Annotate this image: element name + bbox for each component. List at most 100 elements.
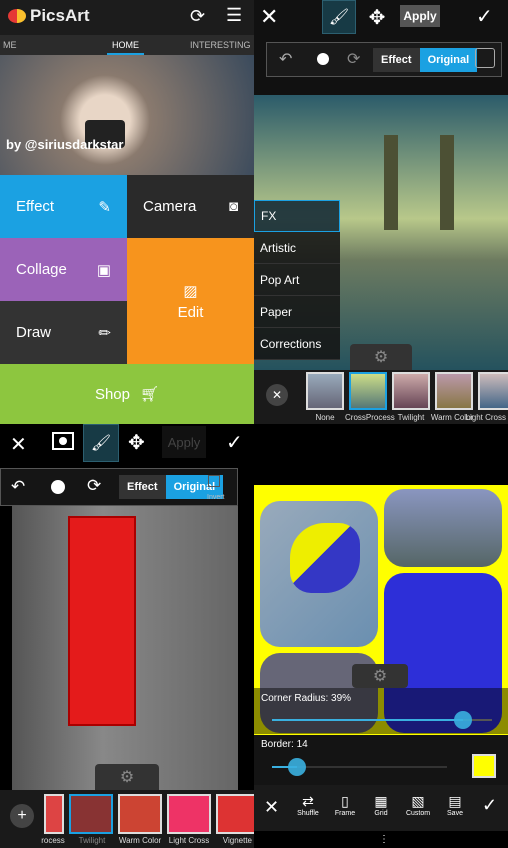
collage-cell[interactable]	[384, 489, 502, 567]
effect-tile[interactable]: Effect ✎	[0, 175, 127, 238]
settings-gear-icon[interactable]: ⚙	[350, 344, 412, 370]
corner-radius-slider[interactable]	[272, 711, 492, 729]
filter-thumb-twilight[interactable]	[69, 794, 113, 834]
redo-icon[interactable]: ⟳	[347, 49, 360, 69]
save-icon: ▤	[448, 793, 462, 809]
move-icon[interactable]: ✥	[360, 0, 394, 34]
corner-radius-label: Corner Radius: 39%	[261, 693, 352, 704]
filter-thumb-twilight[interactable]	[392, 372, 430, 410]
brush-options-panel: ↶ ⟳ Effect Original Invert	[0, 468, 238, 506]
invert-checkbox[interactable]	[208, 475, 220, 487]
red-phone-booth	[68, 516, 136, 726]
undo-icon[interactable]: ↶	[279, 49, 292, 69]
mask-icon[interactable]	[52, 432, 74, 450]
check-icon[interactable]: ✓	[476, 4, 493, 29]
brush-icon[interactable]: 🖌︎	[83, 424, 119, 462]
app-name: PicsArt	[30, 6, 90, 25]
menu-item-corrections[interactable]: Corrections	[254, 328, 340, 360]
original-option[interactable]: Original	[419, 48, 478, 72]
border-color-swatch[interactable]	[472, 754, 496, 778]
close-icon[interactable]: ✕	[10, 432, 27, 457]
sync-icon[interactable]: ⟳	[190, 6, 205, 27]
filter-thumb-light-cross[interactable]	[167, 794, 211, 834]
close-icon[interactable]: ✕	[260, 4, 278, 30]
brush-editor: ✕ 🖌︎ ✥ Apply ✓ ↶ ⟳ Effect Original Invert…	[0, 424, 254, 848]
camera-label: Camera	[143, 198, 197, 215]
filter-thumb-crossprocess[interactable]	[44, 794, 64, 834]
fish	[290, 523, 360, 593]
grid-button[interactable]: ▦ Grid	[361, 793, 401, 817]
tab-me[interactable]: ME	[3, 40, 17, 50]
bridge-tower	[384, 135, 398, 230]
check-icon[interactable]: ✓	[226, 430, 243, 455]
shuffle-button[interactable]: ⇄ Shuffle	[288, 793, 328, 817]
filter-label: CrossProcess	[345, 413, 395, 422]
menu-item-pop-art[interactable]: Pop Art	[254, 264, 340, 296]
effect-editor: ✕ 🖌︎ ✥ Apply ✓ ↶ ⟳ Effect Original FX Art…	[254, 0, 508, 424]
camera-tile[interactable]: Camera ◙	[127, 175, 254, 238]
frame-button[interactable]: ▯ Frame	[325, 793, 365, 817]
draw-tile[interactable]: Draw ✏	[0, 301, 127, 364]
brush-size-icon[interactable]	[51, 480, 65, 494]
overflow-menu-icon[interactable]: ⋮	[379, 834, 389, 845]
tab-interesting[interactable]: INTERESTING	[190, 40, 251, 50]
add-icon[interactable]: +	[10, 804, 34, 828]
filter-label: Vignette	[222, 836, 252, 845]
close-icon[interactable]: ✕	[264, 797, 279, 818]
menu-icon[interactable]: ☰	[226, 5, 242, 26]
effect-option[interactable]: Effect	[119, 475, 166, 499]
effect-option[interactable]: Effect	[373, 48, 420, 72]
collage-label: Collage	[16, 261, 67, 278]
home-tabs: ME HOME INTERESTING	[0, 35, 254, 55]
undo-icon[interactable]: ↶	[11, 477, 25, 497]
featured-photo[interactable]: by @siriusdarkstar	[0, 55, 254, 175]
collage-tile[interactable]: Collage ▣	[0, 238, 127, 301]
filter-label: Light Cross	[465, 413, 506, 422]
filter-label: Warm Color	[118, 836, 162, 845]
effect-label: Effect	[16, 198, 55, 215]
filter-thumb-none[interactable]	[306, 372, 344, 410]
fx-icon: ✎	[98, 198, 111, 216]
filter-thumb-crossprocess[interactable]	[349, 372, 387, 410]
invert-checkbox[interactable]	[475, 48, 495, 68]
corner-radius-control: Corner Radius: 39%	[254, 688, 508, 734]
menu-item-artistic[interactable]: Artistic	[254, 232, 340, 264]
edit-tile[interactable]: ▨ Edit	[127, 238, 254, 364]
filter-thumb-warm-color[interactable]	[435, 372, 473, 410]
shop-label: Shop	[94, 385, 130, 403]
home-screen: PicsArt ⟳ ☰ ME HOME INTERESTING by @siri…	[0, 0, 254, 424]
custom-button[interactable]: ▧ Custom	[398, 793, 438, 817]
pencil-icon: ✏	[98, 324, 111, 342]
filter-label: Twilight	[397, 413, 425, 422]
redo-icon[interactable]: ⟳	[87, 476, 101, 496]
check-icon[interactable]: ✓	[482, 795, 497, 816]
settings-gear-icon[interactable]: ⚙	[95, 764, 159, 790]
save-button[interactable]: ▤ Save	[435, 793, 475, 817]
custom-label: Custom	[405, 810, 431, 817]
collage-cell[interactable]	[260, 501, 378, 647]
move-icon[interactable]: ✥	[128, 430, 145, 455]
shuffle-label: Shuffle	[297, 810, 319, 817]
brush-size-icon[interactable]	[317, 53, 329, 65]
effect-original-toggle[interactable]: Effect Original	[373, 48, 478, 72]
border-slider[interactable]	[272, 758, 447, 776]
tab-home[interactable]: HOME	[107, 40, 144, 55]
shuffle-icon: ⇄	[302, 793, 314, 809]
slider-thumb[interactable]	[453, 711, 472, 729]
camera-icon: ◙	[228, 198, 238, 215]
apply-button[interactable]: Apply	[162, 426, 206, 458]
filter-label: Twilight	[78, 836, 106, 845]
menu-item-fx[interactable]: FX	[254, 200, 340, 232]
apply-button[interactable]: Apply	[400, 5, 440, 27]
settings-gear-icon[interactable]: ⚙	[352, 664, 408, 688]
menu-item-paper[interactable]: Paper	[254, 296, 340, 328]
close-filters-icon[interactable]: ✕	[266, 384, 288, 406]
filter-thumb-warm-color[interactable]	[118, 794, 162, 834]
custom-icon: ▧	[411, 793, 425, 809]
filter-thumb-vignette[interactable]	[216, 794, 254, 834]
filter-thumb-light-cross[interactable]	[478, 372, 508, 410]
brush-icon[interactable]: 🖌︎	[322, 0, 356, 34]
shop-tile[interactable]: Shop 🛒︎	[0, 364, 254, 424]
slider-thumb[interactable]	[287, 758, 306, 776]
border-control: Border: 14	[254, 735, 508, 785]
